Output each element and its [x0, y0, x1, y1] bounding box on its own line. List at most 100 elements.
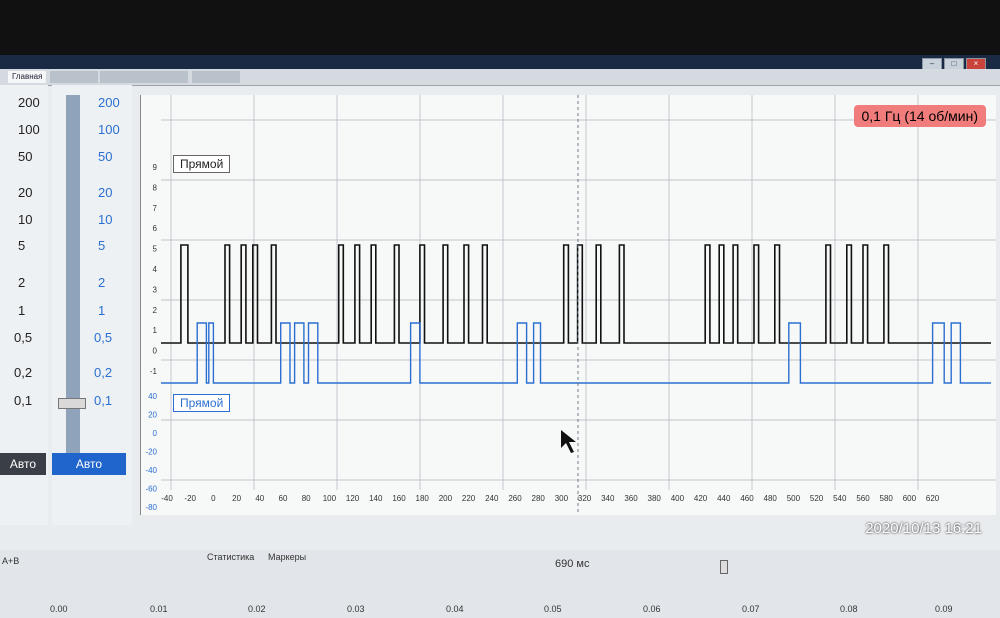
x-tick-label: 120: [346, 494, 360, 503]
x-tick-label: 620: [926, 494, 940, 503]
tab-bar: Главная: [0, 69, 1000, 86]
left-scale-label[interactable]: 100: [18, 122, 40, 137]
y-tick-label: 20: [148, 411, 157, 420]
time-axis-label: 0.09: [935, 604, 953, 614]
scope-svg: -40 -20 0 20 40 60 80 100 120 140 160 180 200 220 240 2…: [145, 95, 996, 515]
time-axis-label: 0.04: [446, 604, 464, 614]
x-tick-label: 180: [416, 494, 430, 503]
tab-3[interactable]: [100, 71, 188, 83]
right-scale-label[interactable]: 5: [98, 238, 105, 253]
right-scale-label[interactable]: 0,2: [94, 365, 112, 380]
statistics-tab[interactable]: Статистика: [207, 552, 254, 562]
y-tick-label: 0: [153, 347, 158, 356]
tab-4[interactable]: [192, 71, 240, 83]
x-tick-label: 560: [856, 494, 870, 503]
time-axis-label: 0.02: [248, 604, 266, 614]
title-bar: – □ ×: [0, 55, 1000, 70]
y-tick-label: 4: [153, 265, 158, 274]
channel-a-label[interactable]: Прямой: [173, 155, 231, 173]
right-scale-label[interactable]: 100: [98, 122, 120, 137]
x-tick-label: 20: [232, 494, 241, 503]
x-tick-label: 280: [532, 494, 546, 503]
channel-b-label[interactable]: Прямой: [173, 394, 231, 412]
left-scale-label[interactable]: 200: [18, 95, 40, 110]
x-tick-label: 60: [279, 494, 288, 503]
left-scale-label[interactable]: 1: [18, 303, 25, 318]
markers-tab[interactable]: Маркеры: [268, 552, 306, 562]
axis-ticks: -40 -20 0 20 40 60 80 100 120 140 160 180 200 220 240 2…: [145, 163, 939, 512]
y-tick-label: -80: [145, 503, 157, 512]
right-scale-label[interactable]: 200: [98, 95, 120, 110]
y-tick-label: -20: [145, 448, 157, 457]
left-auto-button[interactable]: Авто: [0, 453, 46, 475]
y-tick-label: -60: [145, 485, 157, 494]
right-scale-label[interactable]: 10: [98, 212, 112, 227]
time-axis-label: 0.08: [840, 604, 858, 614]
trace-b: [161, 322, 991, 384]
time-axis-label: 0.05: [544, 604, 562, 614]
right-auto-button[interactable]: Авто: [52, 453, 126, 475]
right-scale-label[interactable]: 20: [98, 185, 112, 200]
x-tick-label: 240: [485, 494, 499, 503]
y-tick-label: 2: [153, 306, 158, 315]
left-scale-label[interactable]: 2: [18, 275, 25, 290]
x-tick-label: 160: [392, 494, 406, 503]
y-tick-label: 5: [153, 245, 158, 254]
y-tick-label: 9: [153, 163, 158, 172]
x-tick-label: 380: [648, 494, 662, 503]
x-tick-label: 460: [740, 494, 754, 503]
time-slider-handle[interactable]: [720, 560, 728, 574]
y-tick-label: 3: [153, 285, 158, 294]
left-scale-label[interactable]: 0,2: [14, 365, 32, 380]
left-scale-label[interactable]: 10: [18, 212, 32, 227]
x-tick-label: 100: [323, 494, 337, 503]
ab-label[interactable]: A+B: [2, 556, 19, 566]
x-tick-label: 340: [601, 494, 615, 503]
right-scale-label[interactable]: 0,1: [94, 393, 112, 408]
right-scale-label[interactable]: 1: [98, 303, 105, 318]
x-tick-label: 400: [671, 494, 685, 503]
x-tick-label: -40: [161, 494, 173, 503]
bottom-bar: A+B Статистика Маркеры 690 мс 0.00 0.01 …: [0, 550, 1000, 618]
x-tick-label: 260: [508, 494, 522, 503]
x-tick-label: 480: [764, 494, 778, 503]
x-tick-label: 220: [462, 494, 476, 503]
scope-chart[interactable]: -40 -20 0 20 40 60 80 100 120 140 160 180 200 220 240 2…: [140, 95, 996, 515]
x-tick-label: 520: [810, 494, 824, 503]
y-tick-label: 1: [153, 326, 158, 335]
frequency-readout: 0,1 Гц (14 об/мин): [853, 105, 986, 127]
left-scale-label[interactable]: 5: [18, 238, 25, 253]
tab-main[interactable]: Главная: [8, 71, 47, 83]
left-scale-panel: 200 100 50 20 10 5 2 1 0,5 0,2 0,1 Авто: [0, 85, 48, 525]
x-tick-label: 40: [255, 494, 264, 503]
right-scale-label[interactable]: 50: [98, 149, 112, 164]
oscilloscope-window: – □ × Главная 200 100 50 20 10 5 2 1 0,5…: [0, 55, 1000, 618]
x-tick-label: 320: [578, 494, 592, 503]
window-duration: 690 мс: [555, 558, 590, 570]
left-scale-label[interactable]: 0,5: [14, 330, 32, 345]
left-scale-label[interactable]: 20: [18, 185, 32, 200]
right-scale-label[interactable]: 0,5: [94, 330, 112, 345]
left-scale-label[interactable]: 0,1: [14, 393, 32, 408]
photo-timestamp: 2020/10/13 16:21: [865, 520, 982, 537]
x-tick-label: 300: [555, 494, 569, 503]
y-tick-label: -40: [145, 466, 157, 475]
tab-2[interactable]: [50, 71, 98, 83]
x-tick-label: 140: [369, 494, 383, 503]
left-scale-label[interactable]: 50: [18, 149, 32, 164]
right-scale-label[interactable]: 2: [98, 275, 105, 290]
x-tick-label: 580: [880, 494, 894, 503]
x-tick-label: 0: [211, 494, 216, 503]
time-axis-label: 0.07: [742, 604, 760, 614]
x-tick-label: 360: [624, 494, 638, 503]
time-axis-label: 0.00: [50, 604, 68, 614]
y-tick-label: -1: [150, 367, 158, 376]
y-tick-label: 6: [153, 224, 158, 233]
x-tick-label: 440: [717, 494, 731, 503]
x-tick-label: -20: [184, 494, 196, 503]
x-tick-label: 540: [833, 494, 847, 503]
y-tick-label: 40: [148, 392, 157, 401]
traces: [161, 244, 991, 384]
scale-slider-handle[interactable]: [58, 398, 86, 409]
grid: [161, 95, 996, 490]
